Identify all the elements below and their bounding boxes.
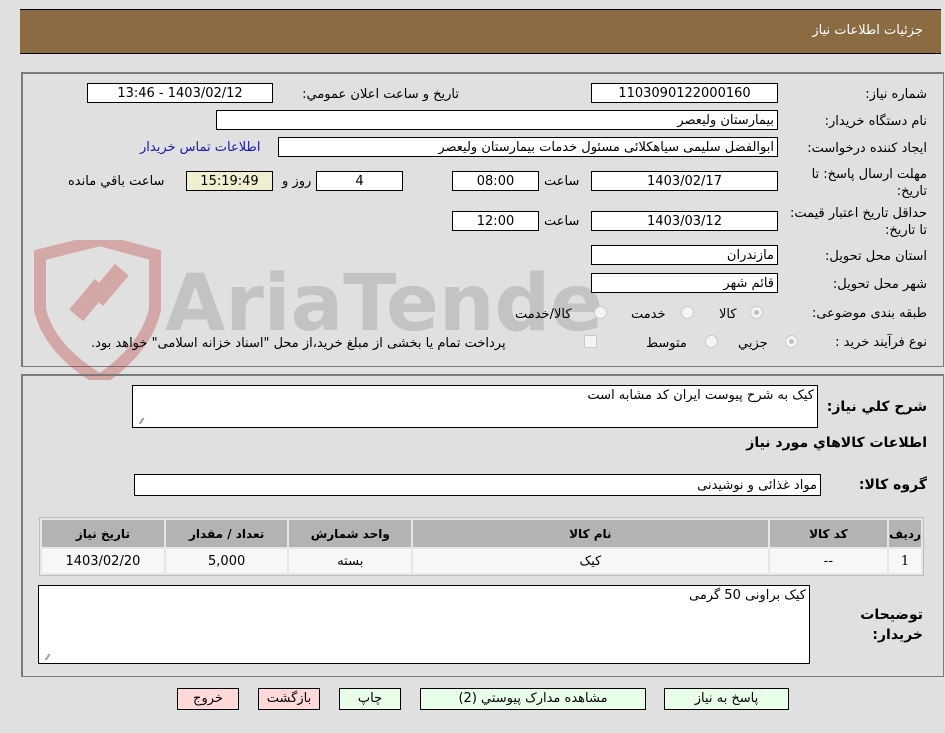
category-radio-goods[interactable] [750,306,763,319]
col-header-unit: واحد شمارش [289,520,412,547]
goods-table: ردیف کد کالا نام کالا واحد شمارش تعداد /… [39,517,924,576]
cell-name: کیک [413,549,768,573]
category-option-goods-service: کالا/خدمت [515,307,572,322]
table-row: 1 -- کیک بسته 5,000 1403/02/20 [42,549,921,573]
days-remaining-field: 4 [316,171,403,191]
validity-time-label: ساعت [544,214,580,229]
exit-button[interactable]: خروج [177,688,239,710]
buyer-org-field: بیمارستان ولیعصر [216,110,778,130]
deadline-label: مهلت ارسال پاسخ: تا تاریخ: [811,167,927,199]
summary-textarea[interactable]: کیک به شرح پیوست ایران کد مشابه است ⁄⁄ [132,385,818,428]
col-header-row: ردیف [889,520,921,547]
requester-field: ابوالفضل سلیمی سیاهکلائی مسئول خدمات بیم… [278,137,778,157]
reply-button[interactable]: پاسخ به نياز [664,688,789,710]
buyer-notes-text: کیک براونی 50 گرمی [689,588,806,603]
page-title: جزئيات اطلاعات نياز [812,23,923,38]
col-header-quantity: تعداد / مقدار [165,520,288,547]
validity-label: حداقل تاریخ اعتبار قیمت: تا تاریخ: [789,206,927,238]
category-option-goods: کالا [719,307,737,322]
col-header-name: نام کالا [413,520,768,547]
print-button[interactable]: چاپ [339,688,401,710]
cell-quantity: 5,000 [165,549,288,573]
validity-date-field: 1403/03/12 [591,211,778,231]
need-number-field: 1103090122000160 [591,83,778,103]
province-field: مازندران [591,245,778,265]
category-label: طبقه بندی موضوعی: [811,306,927,321]
back-button[interactable]: بازگشت [258,688,320,710]
cell-code: -- [769,549,888,573]
goods-table-header: ردیف کد کالا نام کالا واحد شمارش تعداد /… [42,520,921,547]
treasury-note: پرداخت تمام یا بخشی از مبلغ خرید،از محل … [91,336,506,351]
category-option-service: خدمت [631,307,666,322]
buyer-notes-textarea[interactable]: کیک براونی 50 گرمی ⁄⁄ [38,585,810,664]
time-remaining-label: ساعت باقي مانده [68,174,165,189]
cell-date: 1403/02/20 [42,549,164,573]
resize-grip-icon[interactable]: ⁄⁄ [135,418,143,426]
cell-unit: بسته [289,549,412,573]
days-label: روز و [282,174,312,189]
category-radio-service[interactable] [681,306,694,319]
process-radio-minor[interactable] [785,335,798,348]
buyer-contact-link[interactable]: اطلاعات تماس خریدار [140,140,260,155]
buyer-notes-label: توضیحات خریدار: [860,607,923,643]
process-option-medium: متوسط [646,336,687,351]
need-number-label: شماره نیاز: [865,87,927,102]
time-remaining-field: 15:19:49 [186,171,273,191]
announce-datetime-field: 1403/02/12 - 13:46 [87,83,273,103]
process-radio-medium[interactable] [705,335,718,348]
deadline-time-field: 08:00 [452,171,539,191]
col-header-date: تاریخ نیاز [42,520,164,547]
goods-group-label: گروه کالا: [858,477,927,493]
category-radio-goods-service[interactable] [594,306,607,319]
buyer-org-label: نام دستگاه خریدار: [824,114,927,129]
requester-label: ایجاد کننده درخواست: [807,141,927,156]
validity-time-field: 12:00 [452,211,539,231]
deadline-time-label: ساعت [544,174,580,189]
cell-row: 1 [889,549,921,573]
treasury-checkbox[interactable] [584,335,597,348]
process-label: نوع فرآیند خرید : [835,335,927,350]
process-option-minor: جزيي [738,336,768,351]
deadline-date-field: 1403/02/17 [591,171,778,191]
resize-grip-icon[interactable]: ⁄⁄ [41,654,49,662]
page-header: جزئيات اطلاعات نياز [20,9,941,54]
city-field: قائم شهر [591,273,778,293]
summary-text: کیک به شرح پیوست ایران کد مشابه است [587,388,814,403]
goods-group-field: مواد غذائی و نوشیدنی [134,474,821,496]
province-label: استان محل تحویل: [825,249,927,264]
view-attachments-button[interactable]: مشاهده مدارک پيوستي (2) [420,688,646,710]
city-label: شهر محل تحویل: [832,277,927,292]
col-header-code: کد کالا [769,520,888,547]
goods-info-title: اطلاعات کالاهاي مورد نياز [746,435,927,451]
summary-label: شرح کلي نياز: [826,399,927,415]
announce-datetime-label: تاريخ و ساعت اعلان عمومي: [302,87,459,102]
